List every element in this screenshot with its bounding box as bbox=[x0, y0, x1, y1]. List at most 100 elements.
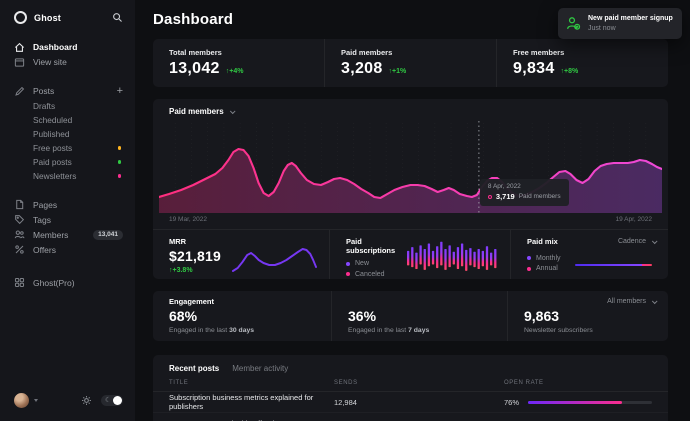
legend-annual: Annual bbox=[527, 265, 561, 272]
member-added-icon bbox=[566, 16, 581, 31]
sidebar-item-label: Newsletters bbox=[33, 171, 76, 181]
engagement-value: 68% bbox=[169, 308, 331, 324]
main-content: Dashboard New paid member signup Just no… bbox=[135, 0, 690, 421]
browser-window-icon bbox=[14, 57, 25, 68]
legend-dot-icon bbox=[346, 272, 350, 276]
notification-toast[interactable]: New paid member signup Just now bbox=[558, 8, 682, 39]
home-icon bbox=[14, 42, 25, 53]
stat-total-members: Total members 13,042 ↑+4% bbox=[153, 39, 324, 87]
mrr-section: MRR $21,819 ↑+3.8% bbox=[153, 230, 329, 279]
table-row[interactable]: Subscription business metrics explained … bbox=[153, 392, 668, 413]
axis-start-date: 19 Mar, 2022 bbox=[169, 216, 207, 223]
free-posts-dot bbox=[118, 146, 122, 150]
stat-label: Paid members bbox=[341, 48, 496, 57]
sidebar-item-ghost-pro[interactable]: Ghost(Pro) bbox=[14, 276, 123, 290]
col-title: TITLE bbox=[169, 380, 334, 386]
toggle-knob bbox=[113, 396, 122, 405]
sidebar-item-drafts[interactable]: Drafts bbox=[14, 99, 123, 113]
grid-icon bbox=[14, 277, 25, 288]
chevron-down-icon[interactable] bbox=[34, 399, 38, 402]
stat-label: Free members bbox=[513, 48, 668, 57]
user-avatar[interactable] bbox=[14, 393, 29, 408]
stat-delta: ↑+4% bbox=[226, 68, 244, 75]
open-rate-value: 76% bbox=[504, 398, 528, 407]
legend-dot-icon bbox=[346, 262, 350, 266]
new-post-button[interactable]: + bbox=[117, 87, 123, 96]
engagement-caption: Engaged in the last 7 days bbox=[348, 327, 507, 334]
paid-subscriptions-section: Paid subscriptions New Canceled bbox=[329, 230, 510, 279]
dark-mode-toggle[interactable]: ☾ bbox=[101, 395, 123, 406]
sidebar-item-label: Scheduled bbox=[33, 115, 72, 125]
col-sends: SENDS bbox=[334, 380, 504, 386]
stat-value: 9,834 bbox=[513, 60, 555, 78]
sidebar-item-newsletters[interactable]: Newsletters bbox=[14, 169, 123, 183]
chart-title: Paid members bbox=[169, 107, 224, 116]
sidebar-item-label: Drafts bbox=[33, 101, 55, 111]
axis-end-date: 19 Apr, 2022 bbox=[615, 216, 652, 223]
sidebar-item-members[interactable]: Members 13,041 bbox=[14, 228, 123, 242]
table-header: TITLE SENDS OPEN RATE bbox=[153, 380, 668, 392]
sidebar-item-paid-posts[interactable]: Paid posts bbox=[14, 155, 123, 169]
sidebar-item-label: Paid posts bbox=[33, 157, 72, 167]
legend-monthly: Monthly bbox=[527, 255, 561, 262]
search-icon[interactable] bbox=[112, 12, 123, 23]
open-rate-fill bbox=[528, 401, 622, 404]
chart-x-axis: 19 Mar, 2022 19 Apr, 2022 bbox=[153, 213, 668, 229]
open-rate-bar bbox=[528, 401, 652, 404]
sidebar-nav: Dashboard View site Posts + Drafts Sched… bbox=[0, 32, 135, 383]
table-row[interactable]: How to create a valuable offer that conv… bbox=[153, 413, 668, 421]
area-chart-svg bbox=[159, 121, 662, 213]
tag-icon bbox=[14, 214, 25, 225]
stat-value: 3,208 bbox=[341, 60, 383, 78]
tooltip-date: 8 Apr, 2022 bbox=[488, 183, 561, 190]
sidebar-item-offers[interactable]: Offers bbox=[14, 243, 123, 257]
sidebar-item-pages[interactable]: Pages bbox=[14, 198, 123, 212]
sidebar-item-scheduled[interactable]: Scheduled bbox=[14, 113, 123, 127]
tab-member-activity[interactable]: Member activity bbox=[232, 364, 288, 373]
open-rate-cell: 76% bbox=[504, 398, 652, 407]
sidebar-item-label: Published bbox=[33, 129, 69, 139]
cadence-dropdown[interactable]: Cadence bbox=[618, 238, 656, 245]
members-count-badge: 13,041 bbox=[93, 230, 123, 240]
stat-delta: ↑+8% bbox=[561, 68, 579, 75]
chevron-down-icon[interactable] bbox=[230, 108, 236, 114]
engagement-title: Engagement bbox=[169, 297, 331, 306]
engagement-30d: Engagement 68% Engaged in the last 30 da… bbox=[153, 291, 331, 341]
sidebar-item-published[interactable]: Published bbox=[14, 127, 123, 141]
stat-free-members: Free members 9,834 ↑+8% bbox=[496, 39, 668, 87]
file-icon bbox=[14, 199, 25, 210]
mix-monthly-segment bbox=[575, 264, 642, 267]
sidebar-item-free-posts[interactable]: Free posts bbox=[14, 141, 123, 155]
sidebar-item-label: Ghost(Pro) bbox=[33, 278, 75, 288]
paid-mix-bar-chart bbox=[575, 264, 652, 267]
sidebar-item-dashboard[interactable]: Dashboard bbox=[14, 40, 123, 54]
engagement-value: 9,863 bbox=[524, 308, 668, 324]
stat-paid-members: Paid members 3,208 ↑+1% bbox=[324, 39, 496, 87]
sidebar-item-tags[interactable]: Tags bbox=[14, 213, 123, 227]
engagement-caption: Engaged in the last 30 days bbox=[169, 327, 331, 334]
all-members-dropdown[interactable]: All members bbox=[607, 298, 656, 305]
mrr-sparkline bbox=[231, 242, 317, 276]
tab-recent-posts[interactable]: Recent posts bbox=[169, 364, 219, 373]
sidebar-header: Ghost bbox=[0, 0, 135, 32]
sidebar-item-label: Tags bbox=[33, 215, 51, 225]
edit-icon bbox=[14, 86, 25, 97]
mrr-value: $21,819 bbox=[169, 248, 221, 264]
engagement-caption: Newsletter subscribers bbox=[524, 327, 668, 334]
chart-tooltip: 8 Apr, 2022 3,719 Paid members bbox=[480, 179, 569, 207]
sidebar-item-posts[interactable]: Posts + bbox=[14, 84, 123, 98]
settings-gear-icon[interactable] bbox=[81, 395, 92, 406]
toast-title: New paid member signup bbox=[588, 15, 673, 22]
tooltip-marker-icon bbox=[488, 195, 492, 199]
subscriptions-bar-chart bbox=[406, 239, 498, 279]
post-sends: 12,984 bbox=[334, 398, 504, 407]
sidebar: Ghost Dashboard View site Posts + Drafts… bbox=[0, 0, 135, 421]
mix-annual-segment bbox=[642, 264, 652, 267]
sidebar-item-label: Free posts bbox=[33, 143, 72, 153]
sidebar-item-view-site[interactable]: View site bbox=[14, 55, 123, 69]
stat-delta: ↑+1% bbox=[389, 68, 407, 75]
tooltip-value: 3,719 bbox=[496, 192, 515, 201]
moon-icon: ☾ bbox=[105, 397, 111, 404]
newsletters-dot bbox=[118, 174, 122, 178]
app-window: Ghost Dashboard View site Posts + Drafts… bbox=[0, 0, 690, 421]
